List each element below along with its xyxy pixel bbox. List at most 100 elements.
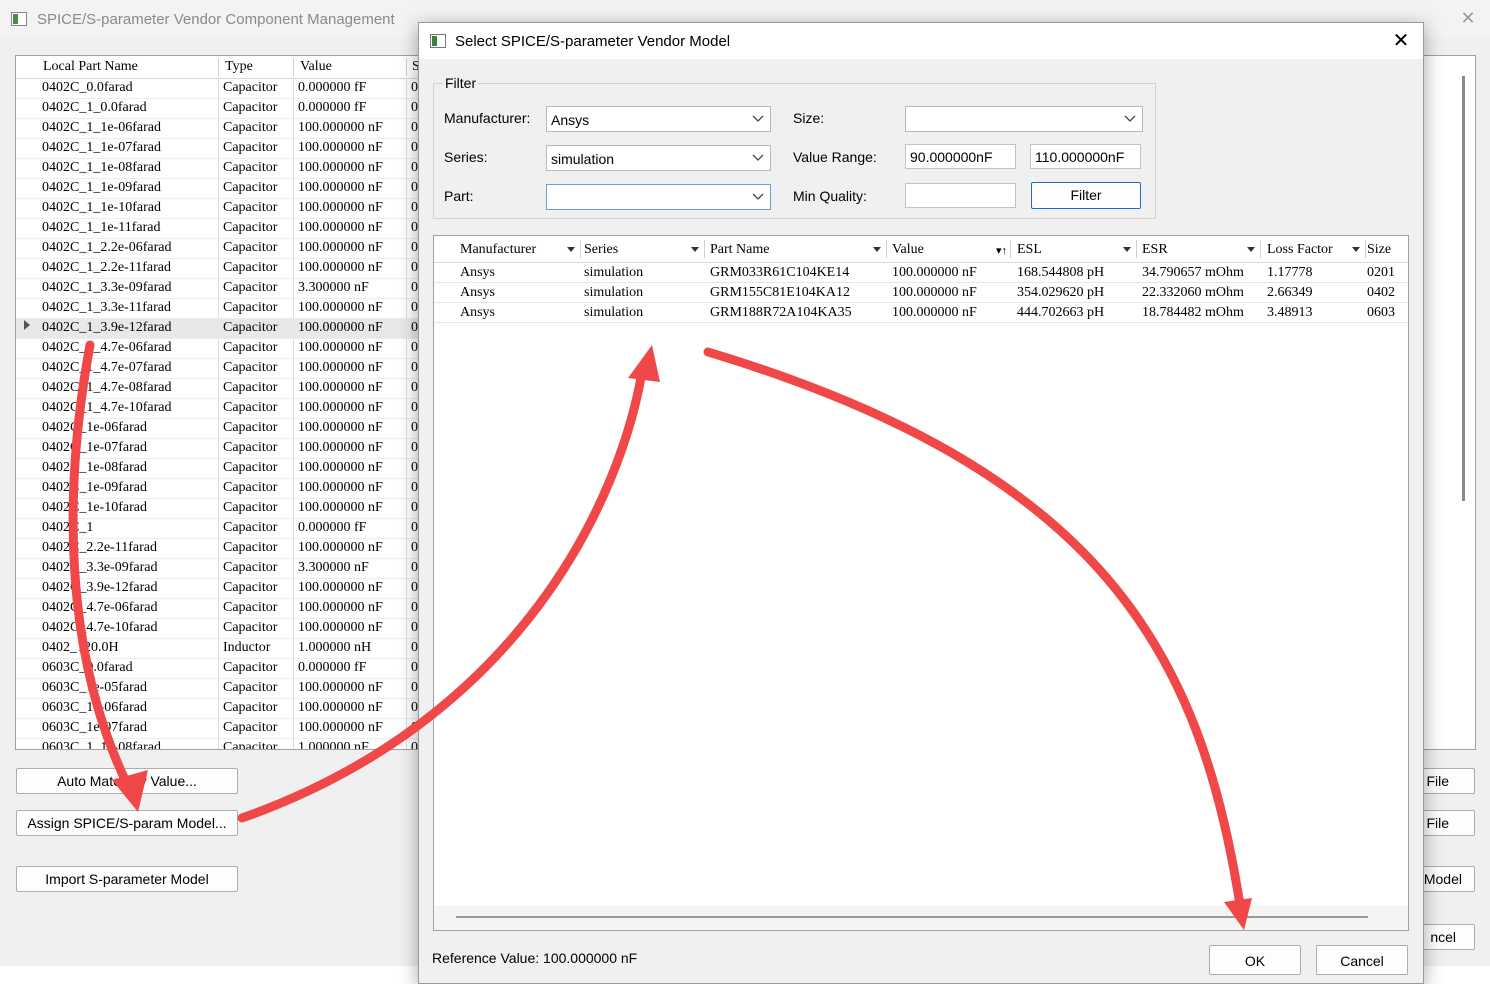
table-row[interactable]: 0402C_3.3e-09farad Capacitor 3.300000 nF 0 bbox=[16, 559, 424, 579]
size-dropdown[interactable] bbox=[905, 106, 1143, 132]
value-cell: 100.000000 nF bbox=[298, 200, 383, 215]
sort-descending-icon[interactable]: ▾↑ bbox=[996, 244, 1007, 257]
type-cell: Capacitor bbox=[223, 240, 278, 255]
column-header-local-part-name[interactable]: Local Part Name bbox=[43, 59, 138, 75]
filter-dropdown-icon[interactable] bbox=[1352, 247, 1360, 252]
filter-dropdown-icon[interactable] bbox=[1247, 247, 1255, 252]
table-row[interactable]: 0402C_1_3.9e-12farad Capacitor 100.000000 … bbox=[16, 319, 424, 339]
column-header-esr[interactable]: ESR bbox=[1142, 242, 1168, 258]
filter-dropdown-icon[interactable] bbox=[1123, 247, 1131, 252]
table-row[interactable]: 0402C_1_1e-08farad Capacitor 100.000000 nF… bbox=[16, 159, 424, 179]
table-row[interactable]: 0603C_1e-05farad Capacitor 100.000000 nF 0 bbox=[16, 679, 424, 699]
value-cell: 100.000000 nF bbox=[892, 265, 977, 280]
s-cell: 0 bbox=[411, 420, 418, 435]
table-row[interactable]: 0603C_1_1e-08farad Capacitor 1.000000 nF 0 bbox=[16, 739, 424, 749]
table-row[interactable]: 0402C_3.9e-12farad Capacitor 100.000000 nF… bbox=[16, 579, 424, 599]
table-row[interactable]: 0402C_1_1e-07farad Capacitor 100.000000 nF… bbox=[16, 139, 424, 159]
auto-match-button[interactable]: Auto Match by Value... bbox=[16, 768, 238, 794]
table-row[interactable]: 0603C_1e-06farad Capacitor 100.000000 nF 0 bbox=[16, 699, 424, 719]
vertical-scrollbar[interactable] bbox=[1462, 76, 1465, 501]
table-row[interactable]: Ansys simulation GRM155C81E104KA12 100.0000… bbox=[434, 283, 1408, 303]
part-dropdown[interactable] bbox=[546, 184, 771, 210]
table-row[interactable]: 0402C_1_2.2e-06farad Capacitor 100.000000 … bbox=[16, 239, 424, 259]
series-dropdown[interactable]: simulation bbox=[546, 145, 771, 171]
table-row[interactable]: 0402C_4.7e-06farad Capacitor 100.000000 nF… bbox=[16, 599, 424, 619]
main-close-icon[interactable]: ✕ bbox=[1458, 8, 1478, 30]
esl-cell: 354.029620 pH bbox=[1017, 285, 1105, 300]
column-header-esl[interactable]: ESL bbox=[1017, 242, 1042, 258]
chevron-down-icon bbox=[752, 154, 764, 161]
table-row[interactable]: 0402C_1 Capacitor 0.000000 fF 0 bbox=[16, 519, 424, 539]
import-sparameter-model-button[interactable]: Import S-parameter Model bbox=[16, 866, 238, 892]
table-row[interactable]: 0402C_1_1e-06farad Capacitor 100.000000 nF… bbox=[16, 119, 424, 139]
column-header-value[interactable]: Value bbox=[892, 242, 924, 258]
table-row[interactable]: 0402C_1_4.7e-06farad Capacitor 100.000000 … bbox=[16, 339, 424, 359]
table-row[interactable]: 0402C_2.2e-11farad Capacitor 100.000000 nF… bbox=[16, 539, 424, 559]
table-row[interactable]: Ansys simulation GRM033R61C104KE14 100.0000… bbox=[434, 263, 1408, 283]
ok-button[interactable]: OK bbox=[1209, 945, 1301, 975]
table-row[interactable]: 0402C_0.0farad Capacitor 0.000000 fF 0 bbox=[16, 79, 424, 99]
value-cell: 100.000000 nF bbox=[298, 320, 383, 335]
column-header-loss-factor[interactable]: Loss Factor bbox=[1267, 242, 1333, 258]
s-cell: 0 bbox=[411, 720, 418, 735]
min-quality-input[interactable] bbox=[905, 183, 1016, 208]
filter-dropdown-icon[interactable] bbox=[873, 247, 881, 252]
type-cell: Capacitor bbox=[223, 660, 278, 675]
value-cell: 1.000000 nH bbox=[298, 640, 372, 655]
table-row[interactable]: 0402C_1_3.3e-11farad Capacitor 100.000000 … bbox=[16, 299, 424, 319]
table-row[interactable]: 0402C_1e-06farad Capacitor 100.000000 nF 0 bbox=[16, 419, 424, 439]
filter-button[interactable]: Filter bbox=[1031, 182, 1141, 209]
dialog-title: Select SPICE/S-parameter Vendor Model bbox=[455, 33, 731, 50]
table-row[interactable]: 0402C_1_4.7e-10farad Capacitor 100.000000 … bbox=[16, 399, 424, 419]
local-part-name-cell: 0402C_1_4.7e-07farad bbox=[42, 360, 172, 375]
dialog-close-icon[interactable]: ✕ bbox=[1389, 29, 1413, 53]
table-row[interactable]: 0402C_1_3.3e-09farad Capacitor 3.300000 nF… bbox=[16, 279, 424, 299]
column-header-size[interactable]: Size bbox=[1367, 242, 1391, 258]
value-cell: 3.300000 nF bbox=[298, 280, 369, 295]
filter-dropdown-icon[interactable] bbox=[691, 247, 699, 252]
s-cell: 0 bbox=[411, 600, 418, 615]
series-cell: simulation bbox=[584, 305, 644, 320]
table-row[interactable]: 0402C_1_1e-10farad Capacitor 100.000000 nF… bbox=[16, 199, 424, 219]
table-row[interactable]: 0402C_1_0.0farad Capacitor 0.000000 fF 0 bbox=[16, 99, 424, 119]
column-header-series[interactable]: Series bbox=[584, 242, 618, 258]
value-range-min-input[interactable]: 90.000000nF bbox=[905, 144, 1016, 169]
s-cell: 0 bbox=[411, 140, 418, 155]
type-cell: Capacitor bbox=[223, 180, 278, 195]
s-cell: 0 bbox=[411, 500, 418, 515]
column-divider bbox=[1136, 240, 1137, 258]
table-row[interactable]: 0402C_1_4.7e-07farad Capacitor 100.000000 … bbox=[16, 359, 424, 379]
cancel-button[interactable]: Cancel bbox=[1316, 945, 1408, 975]
table-row[interactable]: 0402C_1_4.7e-08farad Capacitor 100.000000 … bbox=[16, 379, 424, 399]
column-header-type[interactable]: Type bbox=[225, 59, 253, 75]
value-cell: 100.000000 nF bbox=[298, 260, 383, 275]
filter-dropdown-icon[interactable] bbox=[567, 247, 575, 252]
horizontal-scrollbar[interactable] bbox=[456, 916, 1368, 918]
manufacturer-dropdown[interactable]: Ansys bbox=[546, 106, 771, 132]
table-row[interactable]: 0402C_1e-07farad Capacitor 100.000000 nF 0 bbox=[16, 439, 424, 459]
local-part-name-cell: 0402C_1_4.7e-08farad bbox=[42, 380, 172, 395]
table-row[interactable]: 0402C_4.7e-10farad Capacitor 100.000000 nF… bbox=[16, 619, 424, 639]
column-header-value[interactable]: Value bbox=[300, 59, 332, 75]
size-cell: 0402 bbox=[1367, 285, 1395, 300]
value-range-max-input[interactable]: 110.000000nF bbox=[1030, 144, 1141, 169]
table-row[interactable]: Ansys simulation GRM188R72A104KA35 100.0000… bbox=[434, 303, 1408, 323]
table-row[interactable]: 0603C_1e-07farad Capacitor 100.000000 nF 0 bbox=[16, 719, 424, 739]
local-part-name-cell: 0402C_2.2e-11farad bbox=[42, 540, 157, 555]
table-row[interactable]: 0402C_1e-10farad Capacitor 100.000000 nF 0 bbox=[16, 499, 424, 519]
column-header-part-name[interactable]: Part Name bbox=[710, 242, 769, 258]
table-row[interactable]: 0603C_0.0farad Capacitor 0.000000 fF 0 bbox=[16, 659, 424, 679]
column-header-manufacturer[interactable]: Manufacturer bbox=[460, 242, 536, 258]
table-row[interactable]: 0402C_1_2.2e-11farad Capacitor 100.000000 … bbox=[16, 259, 424, 279]
table-row[interactable]: 0402_120.0H Inductor 1.000000 nH 0 bbox=[16, 639, 424, 659]
local-part-name-cell: 0402C_4.7e-06farad bbox=[42, 600, 158, 615]
value-cell: 100.000000 nF bbox=[298, 120, 383, 135]
type-cell: Capacitor bbox=[223, 200, 278, 215]
table-row[interactable]: 0402C_1e-08farad Capacitor 100.000000 nF 0 bbox=[16, 459, 424, 479]
table-row[interactable]: 0402C_1e-09farad Capacitor 100.000000 nF 0 bbox=[16, 479, 424, 499]
table-row[interactable]: 0402C_1_1e-11farad Capacitor 100.000000 nF… bbox=[16, 219, 424, 239]
assign-spice-sparam-model-button[interactable]: Assign SPICE/S-param Model... bbox=[16, 810, 238, 836]
table-row[interactable]: 0402C_1_1e-09farad Capacitor 100.000000 nF… bbox=[16, 179, 424, 199]
local-part-name-cell: 0402C_1_1e-08farad bbox=[42, 160, 161, 175]
series-cell: simulation bbox=[584, 285, 644, 300]
